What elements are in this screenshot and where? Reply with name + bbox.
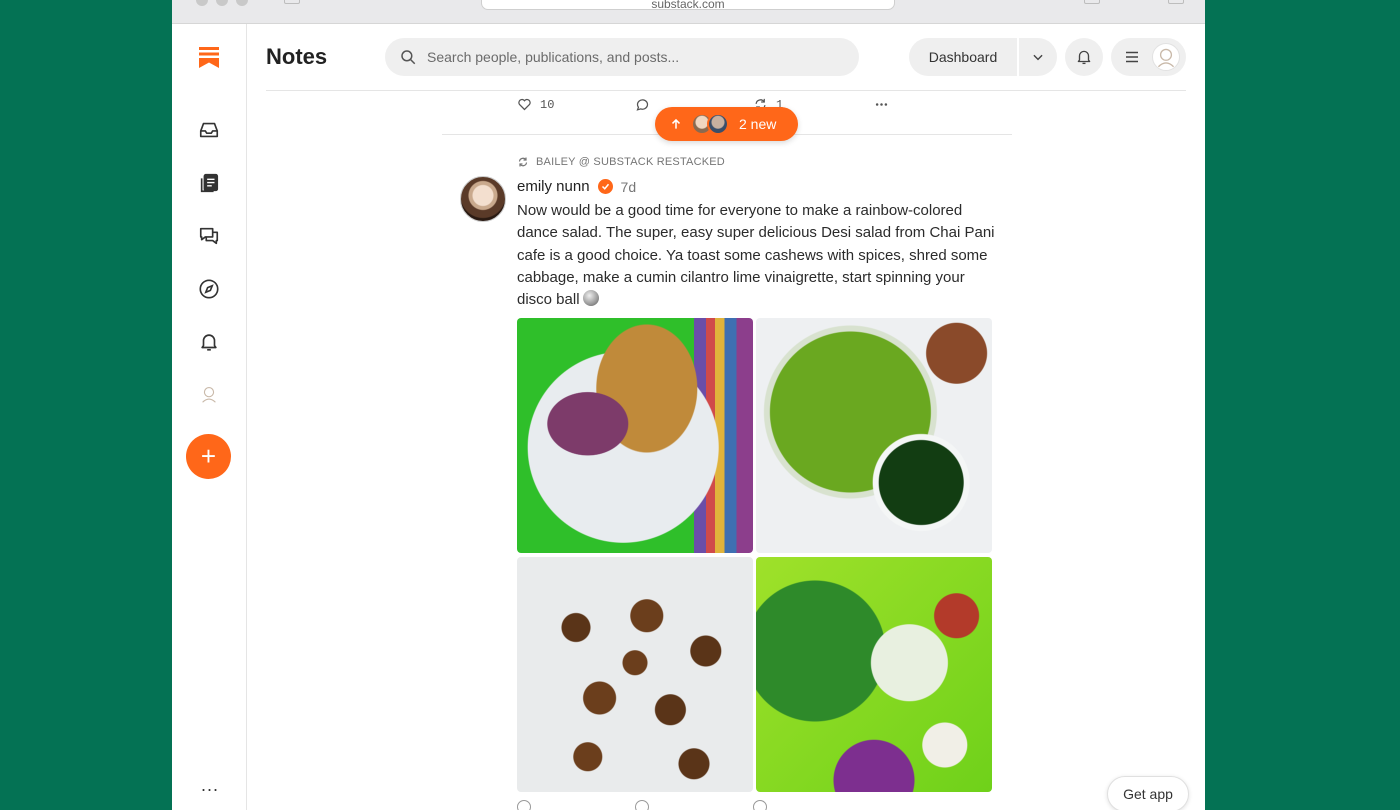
create-note-button[interactable]: +: [186, 434, 231, 479]
share-icon[interactable]: [1084, 0, 1100, 4]
comment-button[interactable]: [635, 97, 650, 112]
account-menu-button[interactable]: [1111, 38, 1186, 76]
arrow-up-icon: [671, 118, 681, 129]
restack-icon: [518, 157, 528, 167]
inbox-icon[interactable]: [197, 118, 221, 142]
ingredients-photo[interactable]: [756, 557, 992, 792]
window-close-button[interactable]: [196, 0, 208, 6]
chevron-down-icon: [1033, 54, 1043, 61]
notes-feed: 10 1 BAILEY @ SUBSTACK RESTACKED emily n…: [442, 92, 1012, 810]
restack-icon[interactable]: [753, 800, 767, 810]
new-notes-label: 2 new: [739, 116, 777, 132]
post-actions-partial: [517, 800, 957, 810]
like-button[interactable]: 10: [517, 97, 554, 112]
new-author-avatar: [707, 113, 729, 135]
post-body: Now would be a good time for everyone to…: [517, 200, 997, 311]
verified-badge-icon: [597, 179, 613, 194]
window-zoom-button[interactable]: [236, 0, 248, 6]
comment-icon: [636, 99, 649, 111]
post-timestamp[interactable]: 7d: [621, 179, 637, 195]
reader-icon[interactable]: [197, 171, 221, 195]
comment-icon[interactable]: [635, 800, 649, 810]
dashboard-dropdown-button[interactable]: [1019, 38, 1057, 76]
chat-icon[interactable]: [197, 224, 221, 248]
notifications-button[interactable]: [1065, 38, 1103, 76]
browser-toolbar: substack.com: [172, 0, 1205, 24]
cashews-photo[interactable]: [517, 557, 753, 792]
substack-logo-icon[interactable]: [198, 46, 220, 68]
hamburger-menu-icon: [1126, 51, 1138, 63]
new-notes-button[interactable]: 2 new: [655, 107, 798, 141]
author-name[interactable]: emily nunn: [517, 178, 590, 195]
address-bar[interactable]: substack.com: [481, 0, 895, 11]
browser-window: substack.com + ... Notes Search people, …: [172, 0, 1205, 810]
restack-attribution: BAILEY @ SUBSTACK RESTACKED: [517, 156, 725, 168]
heart-icon[interactable]: [517, 800, 531, 810]
search-bar[interactable]: [385, 38, 859, 76]
page-title: Notes: [266, 44, 328, 69]
tabs-overview-icon[interactable]: [1168, 0, 1184, 4]
search-input[interactable]: [427, 49, 847, 65]
post-author-row: emily nunn 7d: [517, 178, 636, 195]
left-sidebar: + ...: [172, 24, 247, 810]
bell-icon[interactable]: [197, 330, 221, 354]
bell-icon: [1077, 50, 1091, 65]
post-image-grid: [517, 318, 992, 793]
get-app-button[interactable]: Get app: [1107, 776, 1189, 810]
more-horizontal-icon: [875, 103, 888, 106]
search-icon: [401, 50, 416, 65]
top-bar: Notes Dashboard: [266, 24, 1186, 91]
window-minimize-button[interactable]: [216, 0, 228, 6]
dashboard-button[interactable]: Dashboard: [909, 38, 1018, 76]
like-count: 10: [540, 97, 555, 112]
restack-label: BAILEY @ SUBSTACK RESTACKED: [536, 156, 725, 168]
sidebar-toggle-icon[interactable]: [284, 0, 300, 4]
profile-avatar-icon[interactable]: [197, 382, 221, 406]
compass-icon[interactable]: [197, 277, 221, 301]
more-options-button[interactable]: ...: [199, 776, 221, 800]
salad-photo[interactable]: [517, 318, 753, 553]
vinaigrette-photo[interactable]: [756, 318, 992, 553]
disco-ball-emoji-icon: [582, 290, 599, 307]
author-avatar[interactable]: [460, 176, 506, 222]
user-avatar: [1152, 43, 1180, 71]
post-more-button[interactable]: [874, 97, 889, 112]
heart-icon: [518, 98, 531, 111]
